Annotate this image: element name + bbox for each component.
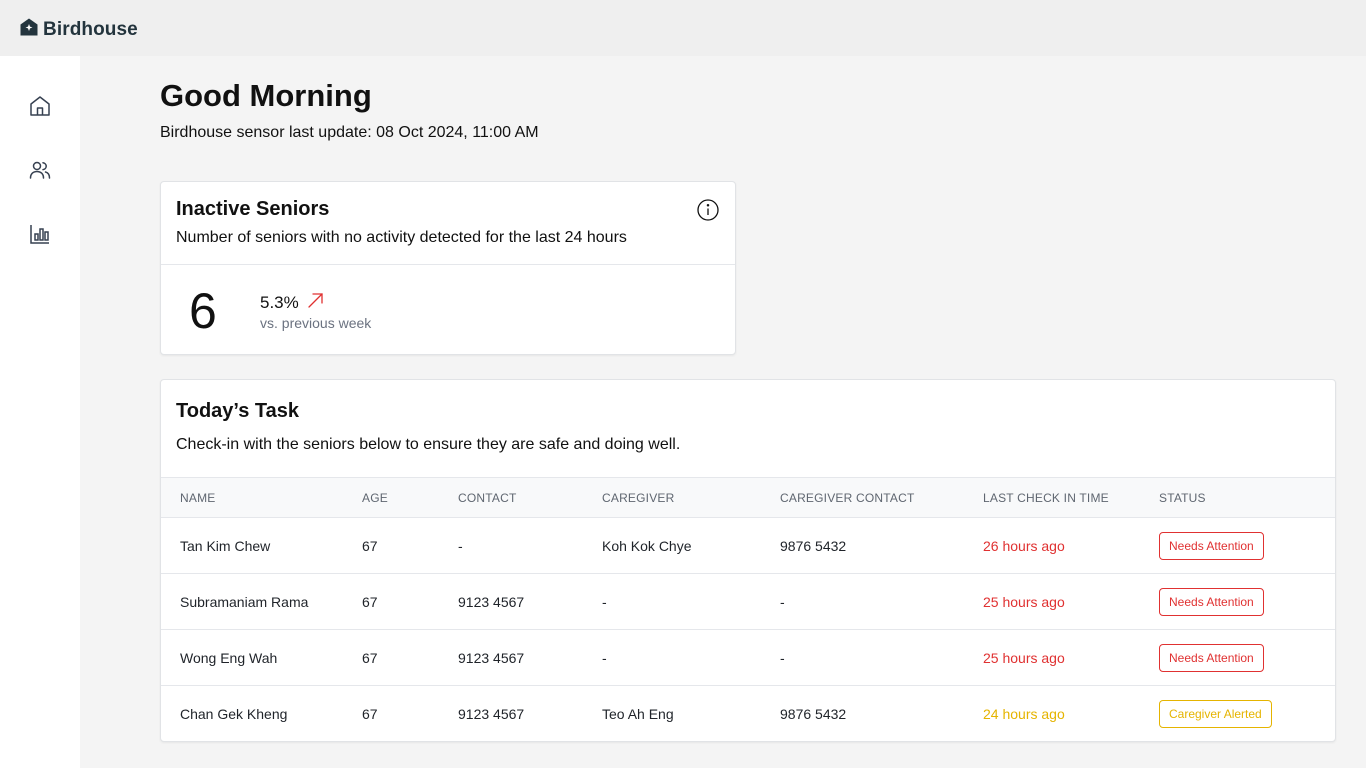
comparison-text: vs. previous week [260,315,372,331]
page-title: Good Morning [160,78,372,113]
column-header-contact[interactable]: CONTACT [458,477,602,518]
column-header-caregiver[interactable]: CAREGIVER [602,477,780,518]
house-icon [20,18,38,41]
status-cell: Needs Attention [1159,573,1335,630]
card-description: Number of seniors with no activity detec… [176,229,627,246]
senior-name: Chan Gek Kheng [180,705,288,722]
senior-age: 67 [362,573,458,630]
card-title: Inactive Seniors [176,198,330,220]
inactive-count: 6 [189,283,217,339]
senior-contact: 9123 4567 [458,629,602,686]
caregiver-contact: 9876 5432 [780,517,983,574]
caregiver-name: - [602,629,780,686]
column-header-last-check-in[interactable]: LAST CHECK IN TIME [983,477,1159,518]
last-update-text: Birdhouse sensor last update: 08 Oct 202… [160,124,539,141]
home-icon [28,94,52,123]
users-icon [28,158,52,187]
sidebar [0,56,80,768]
senior-age: 67 [362,629,458,686]
sidebar-item-analytics[interactable] [28,224,52,248]
trend-up-arrow-icon [307,292,324,314]
change-percent: 5.3% [260,293,299,312]
top-bar: Birdhouse [0,0,1366,56]
table-row[interactable]: Chan Gek Kheng 67 9123 4567 Teo Ah Eng 9… [161,686,1335,742]
brand-logo[interactable]: Birdhouse [20,18,138,41]
senior-name: Subramaniam Rama [161,573,362,630]
caregiver-contact: - [780,629,983,686]
senior-age: 67 [362,517,458,574]
column-header-age[interactable]: AGE [362,477,458,518]
senior-name: Wong Eng Wah [161,629,362,686]
caregiver-name: Koh Kok Chye [602,517,780,574]
senior-name: Tan Kim Chew [161,517,362,574]
status-badge[interactable]: Caregiver Alerted [1159,699,1272,728]
senior-contact: - [458,517,602,574]
caregiver-contact: - [780,573,983,630]
column-header-name[interactable]: NAME [161,477,362,518]
senior-contact: 9123 4567 [458,705,525,722]
last-check-in: 25 hours ago [983,629,1159,686]
column-header-caregiver-contact[interactable]: CAREGIVER CONTACT [780,477,983,518]
brand-name: Birdhouse [43,18,138,40]
card-description: Check-in with the seniors below to ensur… [176,436,681,453]
senior-age: 67 [362,705,378,722]
table-row[interactable]: Subramaniam Rama 67 9123 4567 - - 25 hou… [161,573,1335,630]
last-check-in: 26 hours ago [983,517,1159,574]
status-cell: Caregiver Alerted [1159,686,1335,742]
status-badge[interactable]: Needs Attention [1159,643,1264,672]
bar-chart-icon [28,222,52,251]
last-check-in: 25 hours ago [983,573,1159,630]
table-row[interactable]: Tan Kim Chew 67 - Koh Kok Chye 9876 5432… [161,517,1335,574]
status-cell: Needs Attention [1159,629,1335,686]
status-badge[interactable]: Needs Attention [1159,531,1264,560]
caregiver-name: - [602,573,780,630]
task-table: NAME AGE CONTACT CAREGIVER CAREGIVER CON… [161,477,1335,742]
table-row[interactable]: Wong Eng Wah 67 9123 4567 - - 25 hours a… [161,629,1335,686]
caregiver-contact: 9876 5432 [780,705,847,722]
info-icon[interactable] [697,199,719,221]
senior-contact: 9123 4567 [458,573,602,630]
card-title: Today’s Task [176,400,300,422]
column-header-status[interactable]: STATUS [1159,477,1335,518]
sidebar-item-seniors[interactable] [28,160,52,184]
status-badge[interactable]: Needs Attention [1159,587,1264,616]
weekly-change: 5.3% [260,292,324,314]
divider [161,264,735,265]
last-check-in: 24 hours ago [983,705,1065,722]
table-header-row: NAME AGE CONTACT CAREGIVER CAREGIVER CON… [161,477,1335,518]
caregiver-name: Teo Ah Eng [602,705,674,722]
sidebar-item-home[interactable] [28,94,52,123]
todays-task-card: Today’s Task Check-in with the seniors b… [160,379,1336,742]
status-cell: Needs Attention [1159,517,1335,574]
inactive-seniors-card: Inactive Seniors Number of seniors with … [160,181,736,355]
